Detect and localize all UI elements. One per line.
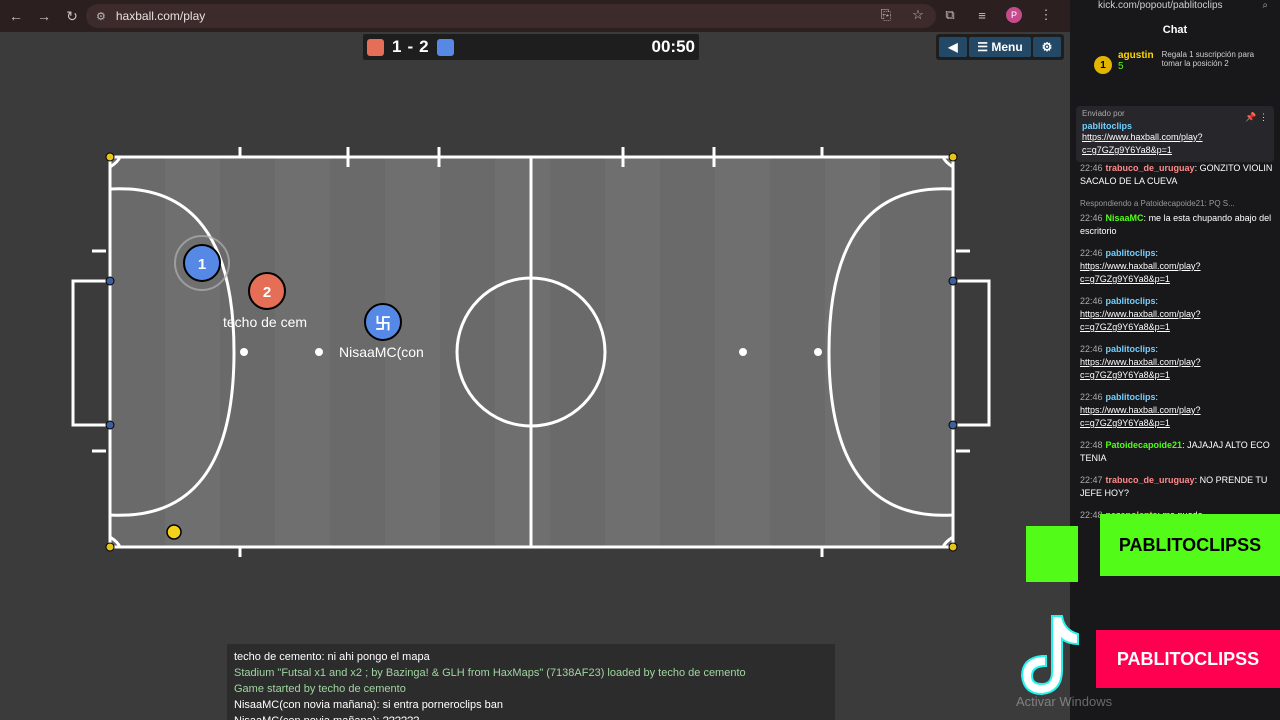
gift-note: Regala 1 suscripción para tomar la posic… (1161, 50, 1255, 68)
popout-url-bar: kick.com/popout/pablitoclips ⌕ (1070, 0, 1280, 14)
game-chat-line: Game started by techo de cemento (234, 683, 406, 695)
gift-user[interactable]: agustin 5 (1118, 50, 1154, 86)
message-username[interactable]: pablitoclips (1106, 296, 1156, 306)
activate-windows-watermark: Activar Windows (1016, 694, 1113, 709)
blue-player-self: 1 (183, 244, 221, 282)
message-username[interactable]: pablitoclips (1106, 392, 1156, 402)
extensions-icon[interactable]: ⧉ (940, 4, 960, 26)
popout-url: kick.com/popout/pablitoclips (1098, 0, 1223, 11)
chat-message: 22:48 Patoidecapoide21: JAJAJAJ ALTO ECO … (1080, 439, 1276, 465)
bookmark-star-icon[interactable]: ☆ (908, 4, 928, 26)
red-player-name: techo de cem (223, 314, 308, 330)
message-time: 22:48 (1080, 440, 1103, 450)
message-link[interactable]: https://www.haxball.com/play?c=g7GZg9Y6Y… (1080, 405, 1201, 428)
chat-message: 22:46 pablitoclips: https://www.haxball.c… (1080, 295, 1276, 334)
message-time: 22:46 (1080, 296, 1103, 306)
address-bar[interactable]: ⚙ haxball.com/play (86, 4, 936, 28)
url-text: haxball.com/play (115, 9, 206, 23)
chat-message: 22:46 pablitoclips: https://www.haxball.c… (1080, 247, 1276, 286)
browser-toolbar: ← → ↻ ⚙ haxball.com/play ⎘ ☆ ⧉ ≡ P ⋮ (0, 0, 1070, 32)
game-chat-line: techo de cemento: ni ahi pongo el mapa (234, 651, 430, 663)
username-separator: : (1155, 296, 1159, 306)
blue-player-name: NisaaMC(con (339, 344, 424, 360)
rank-one-badge-icon: 1 (1094, 56, 1112, 74)
media-icon[interactable]: ≡ (972, 4, 992, 26)
kick-logo-icon (1026, 526, 1078, 582)
blue-player-other: 卐 (364, 303, 402, 341)
translate-icon[interactable]: ⎘ (876, 4, 896, 26)
game-chat-line: NisaaMC(con novia mañana): ?????? (234, 713, 828, 720)
search-icon[interactable]: ⌕ (1262, 0, 1268, 11)
username-separator: : (1155, 248, 1159, 258)
kick-overlay-name: PABLITOCLIPSS (1100, 514, 1280, 576)
message-time: 22:47 (1080, 475, 1103, 485)
chat-message: 22:46 trabuco_de_uruguay: GONZITO VIOLIN … (1080, 162, 1276, 188)
pinned-link[interactable]: https://www.haxball.com/play?c=g7GZg9Y6Y… (1082, 131, 1268, 157)
pin-icon[interactable]: 📌 ⋮ (1245, 112, 1268, 123)
game-chat-line: NisaaMC(con novia mañana): si entra porn… (234, 699, 504, 711)
gift-count: 5 (1118, 61, 1124, 72)
profile-avatar[interactable]: P (1004, 4, 1024, 26)
red-player: 2 (248, 272, 286, 310)
gift-leaderboard: 1 agustin 5 Regala 1 suscripción para to… (1094, 50, 1280, 86)
message-username[interactable]: Patoidecapoide21 (1106, 440, 1183, 450)
browser-actions: ⎘ ☆ ⧉ ≡ P ⋮ (876, 4, 1056, 26)
game-chat-line: Stadium "Futsal x1 and x2 ; by Bazinga! … (234, 667, 746, 679)
kick-overlay: PABLITOCLIPSS (1026, 514, 1280, 584)
pinned-username[interactable]: pablitoclips (1082, 121, 1268, 131)
chat-message: 22:46 pablitoclips: https://www.haxball.c… (1080, 391, 1276, 430)
reply-context: Respondiendo a Patoidecapoide21: PQ S... (1080, 199, 1235, 208)
message-time: 22:46 (1080, 163, 1103, 173)
chat-message: 22:47 trabuco_de_uruguay: NO PRENDE TU JE… (1080, 474, 1276, 500)
message-link[interactable]: https://www.haxball.com/play?c=g7GZg9Y6Y… (1080, 357, 1201, 380)
message-time: 22:46 (1080, 344, 1103, 354)
back-icon[interactable]: ← (4, 4, 28, 28)
message-link[interactable]: https://www.haxball.com/play?c=g7GZg9Y6Y… (1080, 261, 1201, 284)
message-username[interactable]: pablitoclips (1106, 248, 1156, 258)
tiktok-overlay: PABLITOCLIPSS (1014, 608, 1280, 708)
futsal-pitch: 1 2 卐 (71, 147, 991, 557)
chat-message: Respondiendo a Patoidecapoide21: PQ S...… (1080, 197, 1276, 238)
message-username[interactable]: pablitoclips (1106, 344, 1156, 354)
ball (166, 524, 182, 540)
screen: ← → ↻ ⚙ haxball.com/play ⎘ ☆ ⧉ ≡ P ⋮ 1 -… (0, 0, 1280, 720)
pinned-message: Enviado por pablitoclips https://www.hax… (1076, 106, 1274, 162)
message-time: 22:46 (1080, 213, 1103, 223)
game-chat-log: techo de cemento: ni ahi pongo el mapa St… (227, 644, 835, 720)
blue-player-avatar-glyph: 卐 (375, 314, 391, 333)
site-info-icon[interactable]: ⚙ (96, 10, 106, 23)
red-player-number: 2 (263, 284, 271, 301)
username-separator: : (1155, 344, 1159, 354)
tiktok-overlay-name: PABLITOCLIPSS (1096, 630, 1280, 688)
message-username[interactable]: trabuco_de_uruguay (1106, 475, 1195, 485)
chat-message-list: 22:46 trabuco_de_uruguay: GONZITO VIOLIN … (1080, 162, 1276, 531)
reload-icon[interactable]: ↻ (60, 4, 84, 28)
chat-message: 22:46 pablitoclips: https://www.haxball.c… (1080, 343, 1276, 382)
game-canvas[interactable]: 1 - 2 00:50 ◀ ☰ Menu ⚙ 1 2 卐 techo de ce… (0, 32, 1070, 720)
username-separator: : (1155, 392, 1159, 402)
message-time: 22:46 (1080, 248, 1103, 258)
tiktok-logo-icon (1020, 615, 1079, 696)
pinned-by-label: Enviado por (1082, 109, 1125, 118)
blue-self-number: 1 (198, 256, 206, 273)
chat-title: Chat (1162, 24, 1188, 36)
message-time: 22:46 (1080, 392, 1103, 402)
more-menu-icon[interactable]: ⋮ (1036, 4, 1056, 26)
message-link[interactable]: https://www.haxball.com/play?c=g7GZg9Y6Y… (1080, 309, 1201, 332)
forward-icon[interactable]: → (32, 4, 56, 28)
gift-username: agustin (1118, 50, 1154, 61)
message-username[interactable]: trabuco_de_uruguay (1106, 163, 1195, 173)
message-username[interactable]: NisaaMC (1106, 213, 1144, 223)
